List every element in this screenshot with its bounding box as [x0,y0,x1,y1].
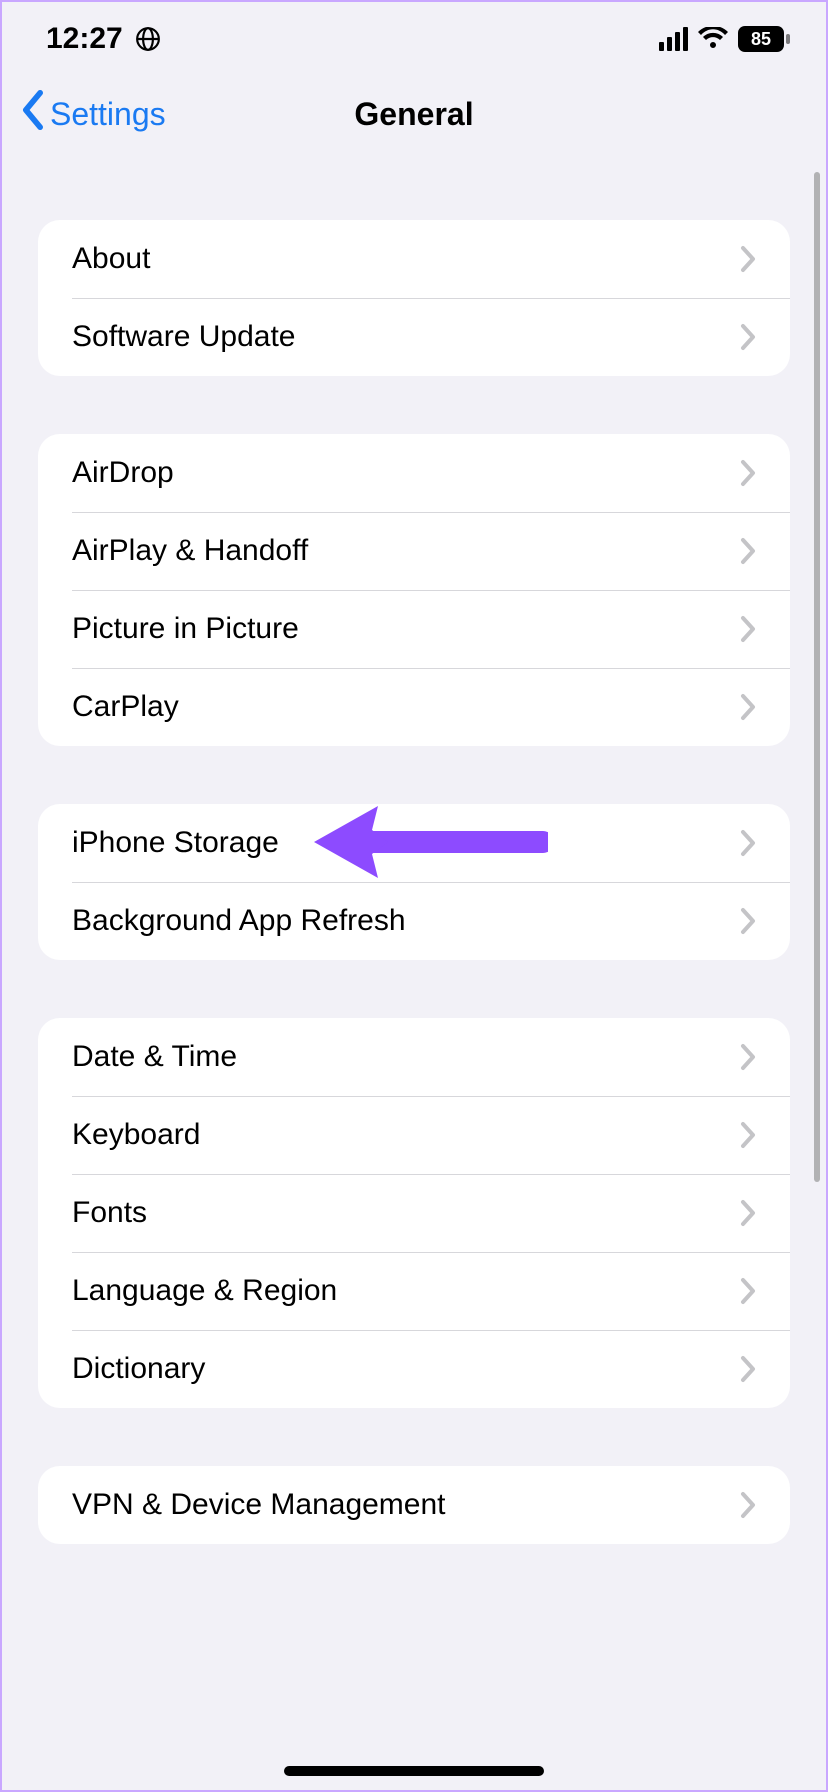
row-label: Language & Region [72,1274,337,1308]
globe-icon [135,26,161,52]
row-fonts[interactable]: Fonts [38,1174,790,1252]
home-indicator [284,1766,544,1776]
row-label: AirPlay & Handoff [72,534,308,568]
chevron-right-icon [740,907,756,935]
row-carplay[interactable]: CarPlay [38,668,790,746]
chevron-right-icon [740,829,756,857]
chevron-left-icon [20,90,46,138]
row-label: Date & Time [72,1040,237,1074]
chevron-right-icon [740,459,756,487]
chevron-right-icon [740,693,756,721]
row-iphone-storage[interactable]: iPhone Storage [38,804,790,882]
chevron-right-icon [740,1043,756,1071]
chevron-right-icon [740,1355,756,1383]
chevron-right-icon [740,1491,756,1519]
row-label: Picture in Picture [72,612,299,646]
status-bar: 12:27 85 [2,2,826,66]
row-vpn-device-management[interactable]: VPN & Device Management [38,1466,790,1544]
row-label: Keyboard [72,1118,200,1152]
chevron-right-icon [740,1121,756,1149]
row-about[interactable]: About [38,220,790,298]
row-label: VPN & Device Management [72,1488,446,1522]
row-label: About [72,242,150,276]
row-label: AirDrop [72,456,174,490]
row-keyboard[interactable]: Keyboard [38,1096,790,1174]
row-software-update[interactable]: Software Update [38,298,790,376]
settings-group: AirDrop AirPlay & Handoff Picture in Pictu… [38,434,790,746]
page-title: General [354,96,473,133]
settings-group: iPhone Storage Background App Refresh [38,804,790,960]
settings-group: About Software Update [38,220,790,376]
nav-bar: Settings General [2,66,826,162]
row-label: Software Update [72,320,295,354]
status-left: 12:27 [46,22,161,56]
chevron-right-icon [740,323,756,351]
row-date-time[interactable]: Date & Time [38,1018,790,1096]
wifi-icon [698,27,728,51]
row-label: Background App Refresh [72,904,406,938]
row-background-app-refresh[interactable]: Background App Refresh [38,882,790,960]
row-dictionary[interactable]: Dictionary [38,1330,790,1408]
scroll-indicator [814,172,820,1182]
chevron-right-icon [740,1277,756,1305]
row-label: Dictionary [72,1352,205,1386]
row-picture-in-picture[interactable]: Picture in Picture [38,590,790,668]
row-label: iPhone Storage [72,826,279,860]
row-language-region[interactable]: Language & Region [38,1252,790,1330]
settings-group: Date & Time Keyboard Fonts Language & Regio… [38,1018,790,1408]
settings-list: About Software Update AirDrop AirPlay & Han… [2,220,826,1544]
back-button[interactable]: Settings [20,66,166,162]
chevron-right-icon [740,537,756,565]
chevron-right-icon [740,245,756,273]
row-airplay-handoff[interactable]: AirPlay & Handoff [38,512,790,590]
settings-group: VPN & Device Management [38,1466,790,1544]
chevron-right-icon [740,1199,756,1227]
cellular-icon [659,27,688,51]
back-label: Settings [50,96,166,133]
row-label: Fonts [72,1196,147,1230]
row-label: CarPlay [72,690,179,724]
battery-level: 85 [738,26,784,52]
row-airdrop[interactable]: AirDrop [38,434,790,512]
status-right: 85 [659,26,790,52]
battery-icon: 85 [738,26,790,52]
chevron-right-icon [740,615,756,643]
status-time: 12:27 [46,22,123,56]
